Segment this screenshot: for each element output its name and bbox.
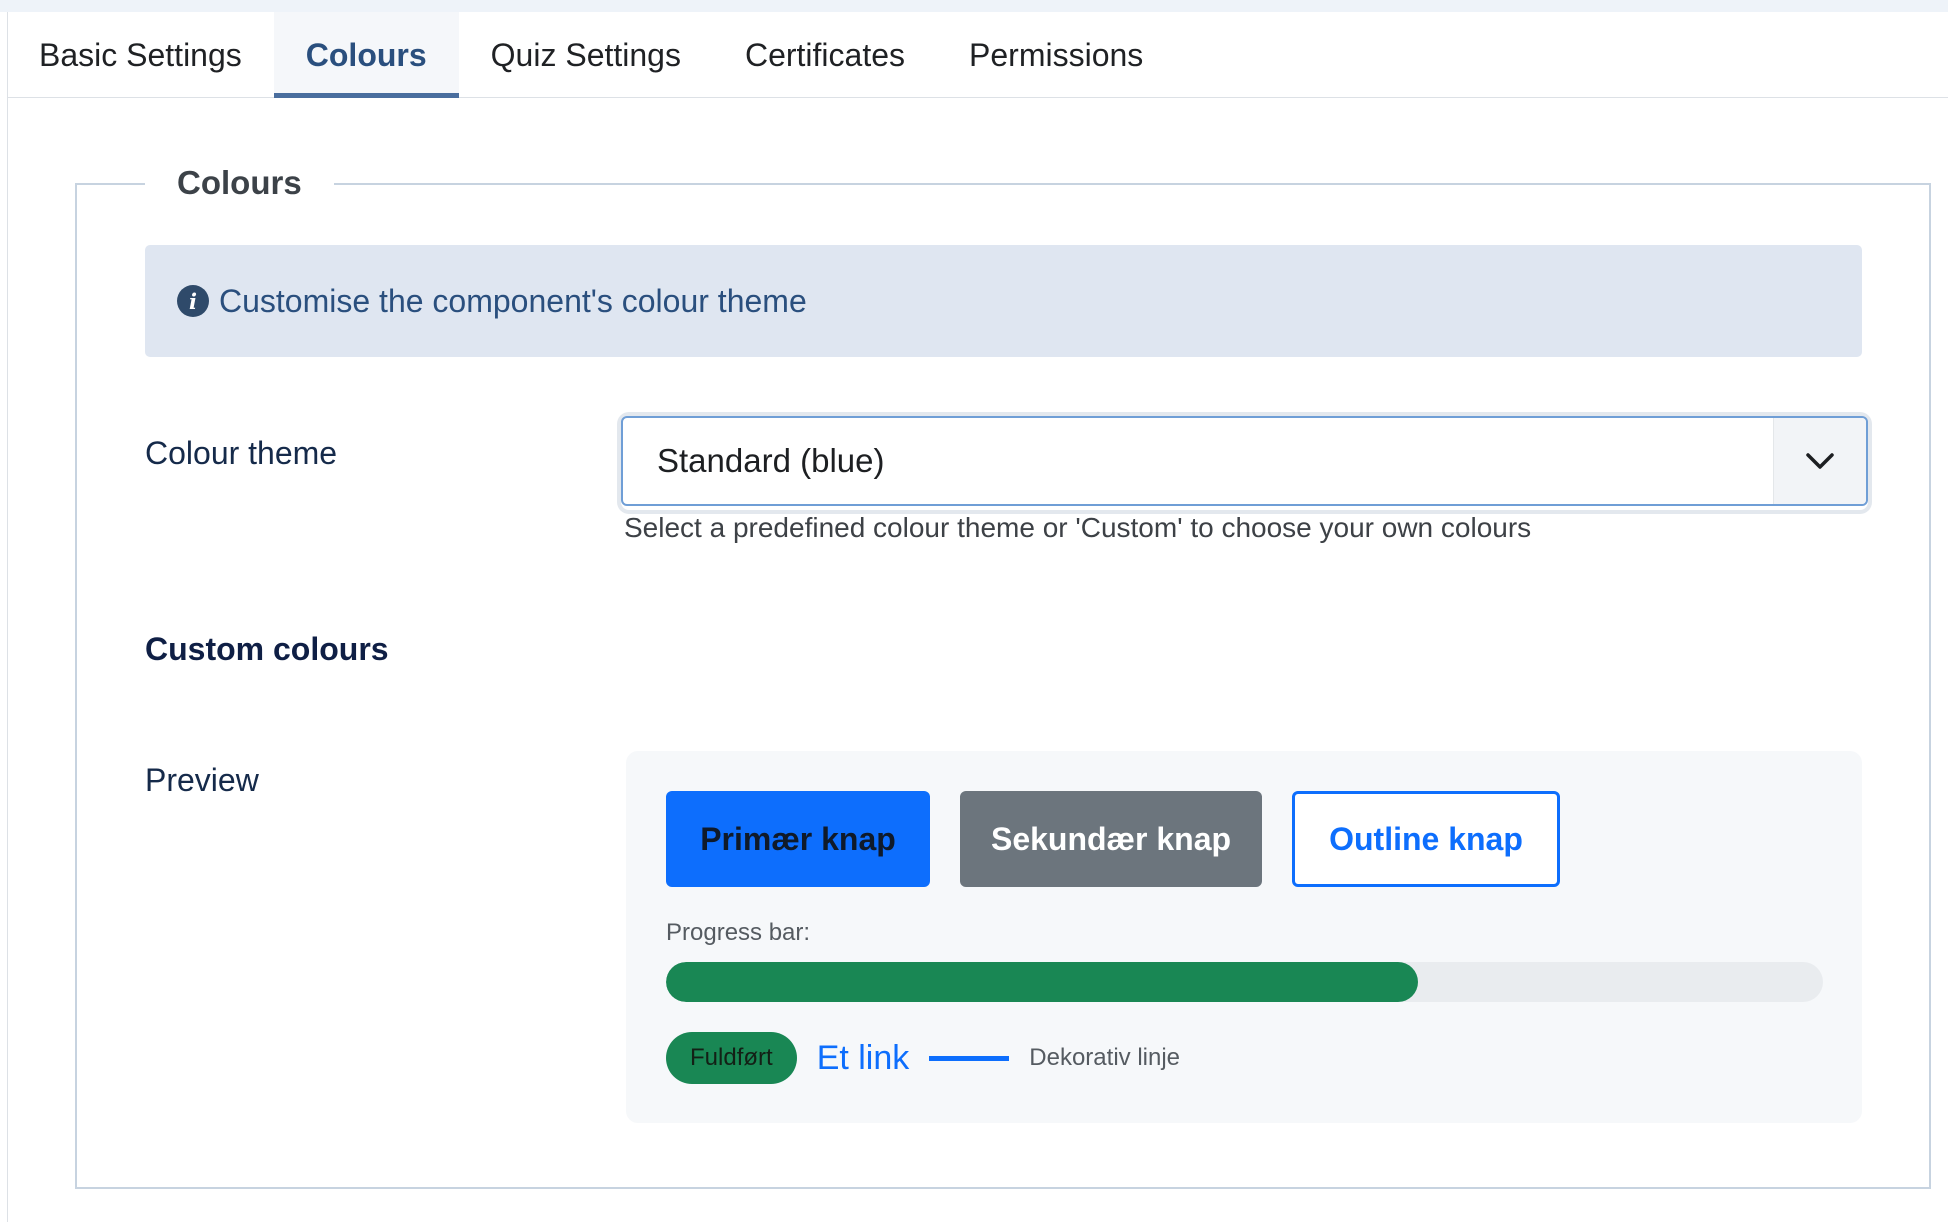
progress-bar-label: Progress bar:	[666, 919, 811, 946]
progress-bar-fill	[666, 962, 1419, 1002]
status-badge: Fuldført	[666, 1032, 797, 1084]
info-alert: i Customise the component's colour theme	[145, 245, 1862, 357]
custom-colours-heading: Custom colours	[145, 631, 389, 667]
colour-theme-help: Select a predefined colour theme or 'Cus…	[624, 512, 1532, 543]
chevron-down-icon[interactable]	[1773, 418, 1866, 504]
preview-link[interactable]: Et link	[817, 1039, 910, 1078]
primary-button[interactable]: Primær knap	[666, 791, 930, 887]
tab-quiz-settings[interactable]: Quiz Settings	[459, 12, 713, 98]
info-circle-icon: i	[177, 285, 209, 317]
secondary-button[interactable]: Sekundær knap	[960, 791, 1262, 887]
preview-extras: Fuldført Et link Dekorativ linje	[666, 1032, 1180, 1084]
tab-bar: Basic Settings Colours Quiz Settings Cer…	[7, 12, 1948, 98]
fieldset-legend: Colours	[145, 160, 334, 206]
preview-box: Primær knap Sekundær knap Outline knap P…	[626, 751, 1862, 1123]
tab-permissions[interactable]: Permissions	[937, 12, 1175, 98]
preview-label: Preview	[145, 762, 259, 798]
progress-bar	[666, 962, 1823, 1002]
colour-theme-select-focus-ring: Standard (blue)	[621, 416, 1868, 510]
tab-basic-settings[interactable]: Basic Settings	[7, 12, 274, 98]
decorative-line-text: Dekorativ linje	[1029, 1044, 1181, 1071]
colour-theme-selected-value: Standard (blue)	[657, 442, 885, 479]
decorative-line	[929, 1055, 1010, 1061]
tab-colours[interactable]: Colours	[273, 12, 459, 98]
outline-button[interactable]: Outline knap	[1292, 791, 1560, 887]
tab-certificates[interactable]: Certificates	[713, 12, 937, 98]
info-alert-text: Customise the component's colour theme	[219, 282, 807, 319]
colour-theme-select[interactable]: Standard (blue)	[621, 416, 1868, 506]
colour-theme-label: Colour theme	[145, 435, 338, 471]
top-strip	[0, 0, 1948, 12]
